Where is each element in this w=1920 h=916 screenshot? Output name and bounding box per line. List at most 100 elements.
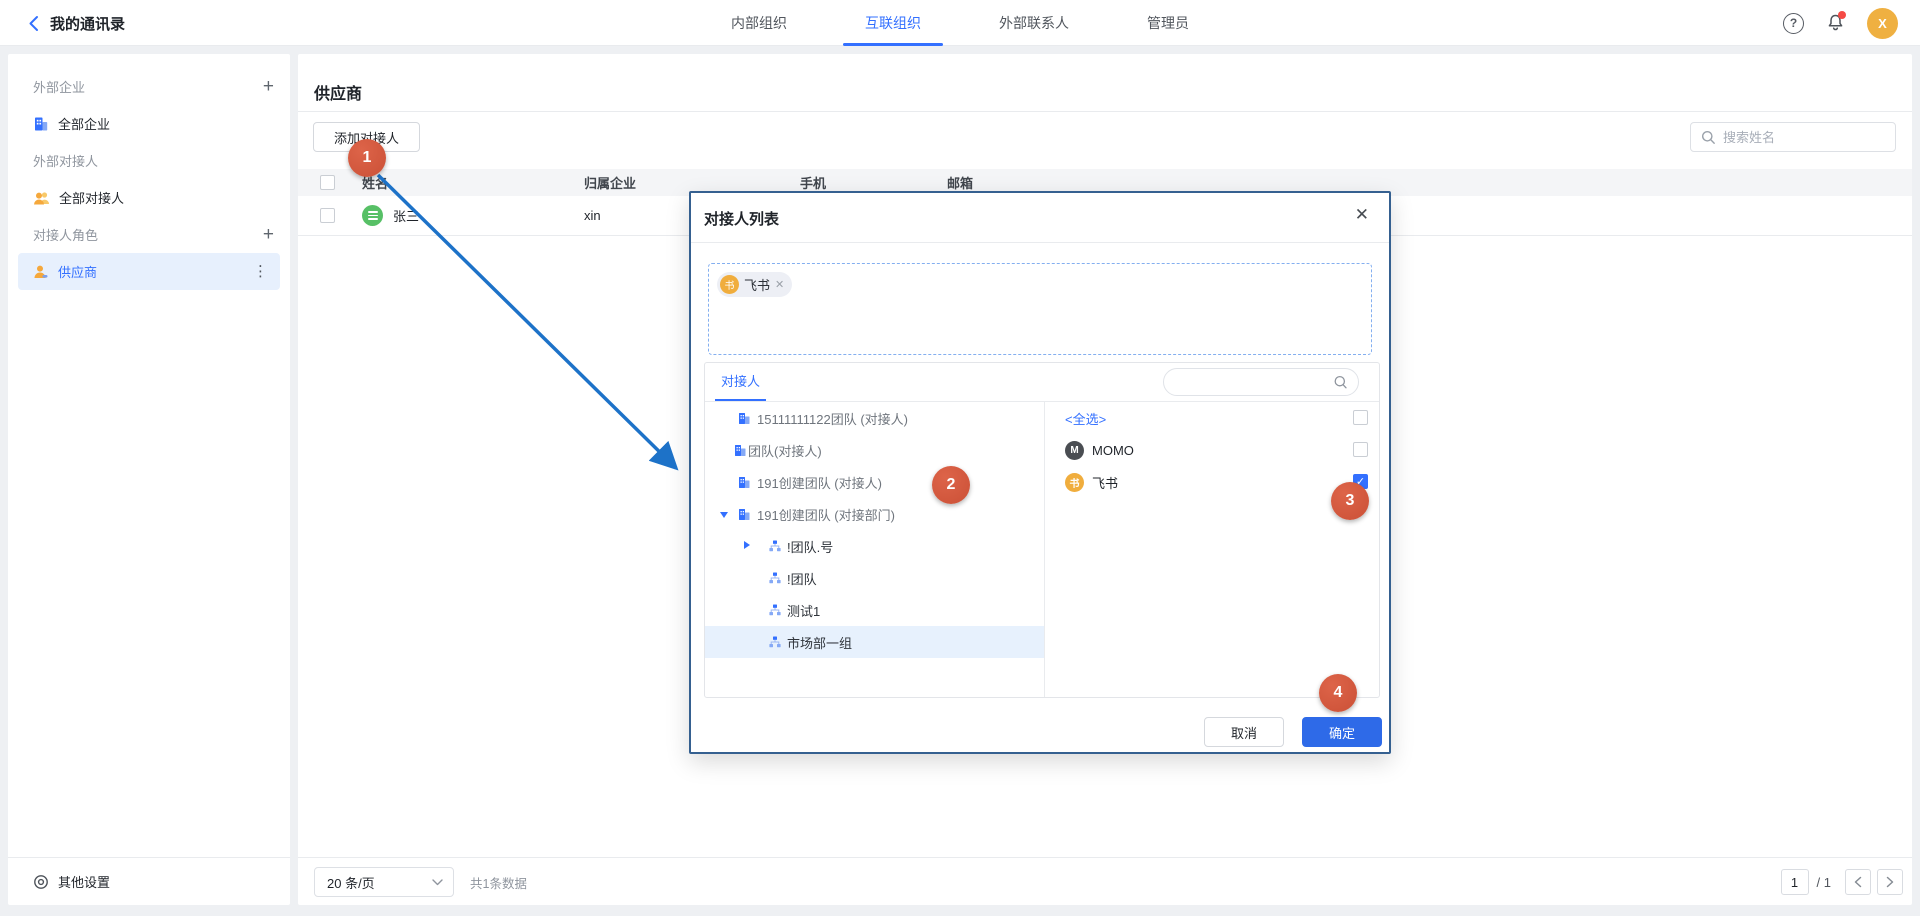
tab-connected-org[interactable]: 互联组织 — [843, 0, 943, 46]
group-label: 外部对接人 — [33, 151, 98, 170]
sidebar-group-external-contacts: 外部对接人 — [8, 142, 290, 179]
cancel-button[interactable]: 取消 — [1204, 717, 1284, 747]
sidebar-item-all-contacts[interactable]: 全部对接人 — [8, 179, 290, 216]
tree-item-label: 测试1 — [787, 601, 820, 620]
pagination: 1 / 1 — [1781, 858, 1903, 906]
tree-subitem[interactable]: !团队 — [705, 562, 1044, 594]
member-row[interactable]: M MOMO — [1045, 434, 1379, 466]
caret-right-icon[interactable] — [744, 541, 750, 549]
top-header: 我的通讯录 内部组织 互联组织 外部联系人 管理员 ? X — [0, 0, 1920, 46]
member-list: <全选> M MOMO 书 飞书 — [1044, 402, 1379, 697]
user-avatar[interactable]: X — [1867, 8, 1898, 39]
annotation-step-3: 3 — [1331, 482, 1369, 520]
contact-list-dialog: 对接人列表 ✕ 书 飞书 ✕ 对接人 15111111122团队 (对接人) 团… — [689, 191, 1391, 754]
caret-down-icon[interactable] — [720, 512, 728, 518]
member-avatar: 书 — [1065, 473, 1084, 492]
table-footer: 20 条/页 共1条数据 1 / 1 — [298, 857, 1912, 905]
group-label: 对接人角色 — [33, 225, 98, 244]
tab-external-contacts[interactable]: 外部联系人 — [977, 0, 1091, 46]
nav-tabs: 内部组织 互联组织 外部联系人 管理员 — [709, 0, 1211, 46]
sidebar-item-label: 全部企业 — [58, 114, 110, 133]
selected-tags-area[interactable]: 书 飞书 ✕ — [708, 263, 1372, 355]
current-page-input[interactable]: 1 — [1781, 869, 1809, 895]
annotation-step-4: 4 — [1319, 674, 1357, 712]
tree-item-label: 市场部一组 — [787, 633, 852, 652]
sidebar-other-settings[interactable]: 其他设置 — [8, 857, 290, 905]
selected-tag: 书 飞书 ✕ — [717, 272, 792, 297]
content-title: 供应商 — [314, 80, 362, 104]
sidebar-group-external-companies: 外部企业 + — [8, 68, 290, 105]
other-settings-label: 其他设置 — [58, 872, 110, 891]
search-icon — [1701, 130, 1716, 145]
select-all-checkbox[interactable] — [320, 175, 335, 190]
search-icon — [1333, 375, 1348, 390]
tree-subitem[interactable]: !团队.号 — [705, 530, 1044, 562]
page-total-label: / 1 — [1817, 875, 1831, 890]
confirm-button[interactable]: 确定 — [1302, 717, 1382, 747]
sidebar-group-contact-roles: 对接人角色 + — [8, 216, 290, 253]
tree-subitem-selected[interactable]: 市场部一组 — [705, 626, 1044, 658]
help-icon[interactable]: ? — [1783, 13, 1804, 34]
building-icon — [738, 412, 751, 425]
search-name-box — [1690, 122, 1896, 152]
cell-name: 张三 — [393, 196, 419, 235]
tree-item-label: 团队(对接人) — [748, 441, 822, 460]
tree-item[interactable]: 15111111122团队 (对接人) — [705, 402, 1044, 434]
page-title: 我的通讯录 — [50, 13, 125, 34]
sidebar-item-supplier[interactable]: 供应商 ⋮ — [18, 253, 280, 290]
total-count-label: 共1条数据 — [470, 858, 527, 906]
org-tree: 15111111122团队 (对接人) 团队(对接人) 191创建团队 (对接人… — [705, 402, 1044, 697]
page-size-select[interactable]: 20 条/页 — [314, 867, 454, 897]
select-all-checkbox[interactable] — [1353, 410, 1368, 425]
group-label: 外部企业 — [33, 77, 85, 96]
picker-search-input[interactable] — [1176, 369, 1331, 395]
add-role-button[interactable]: + — [263, 216, 274, 253]
prev-page-button[interactable] — [1845, 869, 1871, 895]
next-page-button[interactable] — [1877, 869, 1903, 895]
contact-avatar — [362, 205, 383, 226]
person-role-icon — [33, 264, 49, 280]
member-avatar: M — [1065, 441, 1084, 460]
sidebar-item-label: 全部对接人 — [59, 188, 124, 207]
tab-contacts[interactable]: 对接人 — [721, 363, 760, 401]
picker-search-box — [1163, 368, 1359, 396]
row-checkbox[interactable] — [320, 208, 335, 223]
building-icon — [734, 444, 747, 457]
select-all-label[interactable]: <全选> — [1065, 409, 1106, 428]
tree-item-label: !团队 — [787, 569, 817, 588]
back-nav[interactable]: 我的通讯录 — [28, 0, 125, 46]
search-name-input[interactable] — [1723, 130, 1873, 145]
notification-dot — [1838, 11, 1846, 19]
department-icon — [769, 572, 781, 584]
header-actions: ? X — [1783, 0, 1898, 46]
member-row[interactable]: 书 飞书 — [1045, 466, 1379, 498]
people-icon — [33, 190, 50, 206]
remove-tag-icon[interactable]: ✕ — [775, 278, 784, 291]
tree-item-expanded[interactable]: 191创建团队 (对接部门) — [705, 498, 1044, 530]
department-icon — [769, 604, 781, 616]
select-all-row[interactable]: <全选> — [1045, 402, 1379, 434]
sidebar: 外部企业 + 全部企业 外部对接人 全部对接人 对接人角色 + 供应商 — [8, 54, 290, 905]
tab-internal-org[interactable]: 内部组织 — [709, 0, 809, 46]
back-icon — [28, 15, 39, 32]
notification-bell-icon[interactable] — [1826, 13, 1845, 33]
settings-icon — [33, 874, 49, 890]
close-icon[interactable]: ✕ — [1355, 206, 1369, 223]
tree-item-label: 191创建团队 (对接人) — [757, 473, 882, 492]
more-actions-icon[interactable]: ⋮ — [253, 264, 268, 279]
contact-picker: 对接人 15111111122团队 (对接人) 团队(对接人) 191创建团队 … — [704, 362, 1380, 698]
tree-item[interactable]: 团队(对接人) — [705, 434, 1044, 466]
sidebar-item-all-companies[interactable]: 全部企业 — [8, 105, 290, 142]
member-label: 飞书 — [1092, 473, 1118, 492]
tab-admin[interactable]: 管理员 — [1125, 0, 1211, 46]
member-checkbox[interactable] — [1353, 442, 1368, 457]
tree-subitem[interactable]: 测试1 — [705, 594, 1044, 626]
add-company-button[interactable]: + — [263, 68, 274, 105]
annotation-step-1: 1 — [348, 139, 386, 177]
building-icon — [33, 116, 49, 132]
tree-item-label: 15111111122团队 (对接人) — [757, 409, 908, 428]
page-size-value: 20 条/页 — [327, 873, 375, 892]
department-icon — [769, 540, 781, 552]
department-icon — [769, 636, 781, 648]
tree-item[interactable]: 191创建团队 (对接人) — [705, 466, 1044, 498]
